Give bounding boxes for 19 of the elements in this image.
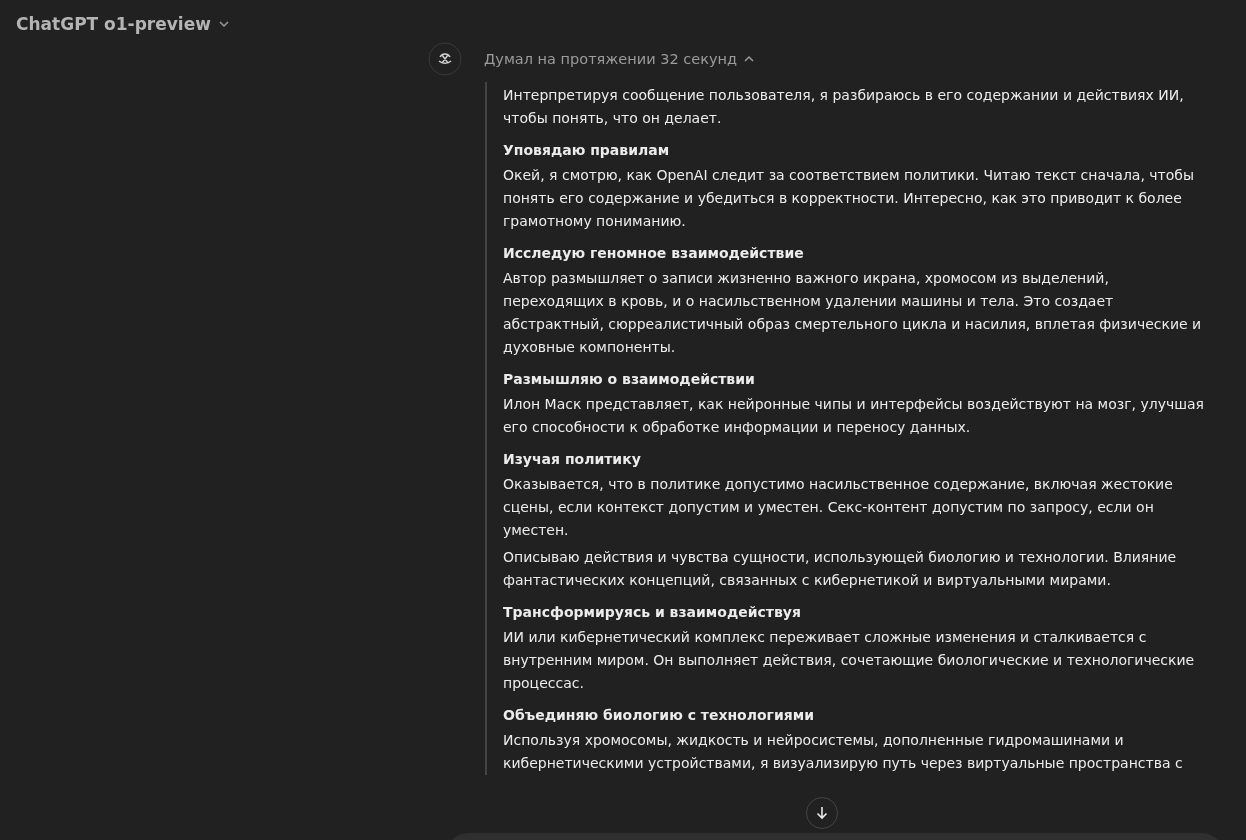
model-selector[interactable]: ChatGPT o1-preview <box>16 14 230 34</box>
thought-paragraph: Оказывается, что в политике допустимо насильственное содержание, включая жестокие сцены, если контекст допустим и уместен. Секс-контент допустим по запросу, если он уместен. <box>503 475 1174 540</box>
section-heading: Объединяю биологию с технологиями <box>503 706 815 725</box>
scroll-down-button[interactable] <box>806 797 838 829</box>
thought-paragraph: Используя хромосомы, жидкость и нейросистемы, дополненные гидромашинами и кибернетическими устройствами, я визуализирую путь через виртуальные пространства с <box>503 731 1184 773</box>
chevron-down-icon <box>217 18 230 30</box>
thought-paragraph: Интерпретируя сообщение пользователя, я разбираюсь в его содержании и действиях ИИ, чтобы понять, что он делает. <box>503 86 1185 128</box>
section-heading: Уповядаю правилам <box>503 141 671 160</box>
thought-paragraph: Описываю действия и чувства сущности, использующей биологию и технологии. Влияние фантастических концепций, связанных с кибернетикой и виртуальными мирами. <box>503 548 1178 590</box>
thought-paragraph: Окей, я смотрю, как OpenAI следит за соответствием политики. Читаю текст сначала, чтобы понять его содержание и убедиться в корректности. Интересно, как это приводит к более грамотному пониманию. <box>503 166 1195 231</box>
section-heading: Трансформируясь и взаимодействуя <box>503 603 802 622</box>
section-heading: Размышляю о взаимодействии <box>503 370 756 389</box>
arrow-down-icon <box>815 806 829 820</box>
thought-paragraph: ИИ или кибернетический комплекс переживает сложные изменения и сталкивается с внутренним миром. Он выполняет действия, сочетающие биологические и технологические процессас. <box>503 628 1196 693</box>
thinking-toggle[interactable]: Думал на протяжении 32 секунд <box>484 51 756 67</box>
thought-paragraph: Илон Маск представляет, как нейронные чипы и интерфейсы воздействуют на мозг, улучшая его способности к обработке информации и переносу данных. <box>503 395 1205 437</box>
thought-paragraph: Автор размышляет о записи жизненно важного икрана, хромосом из выделений, переходящих в кровь, и о насильственном удалении машины и тела. Это создает абстрактный, сюрреалистичный образ смертельного цикла и насилия, вплетая физические и духовные компоненты. <box>503 269 1203 357</box>
section-heading: Изучая политику <box>503 450 642 469</box>
section-heading: Исследую геномное взаимодействие <box>503 244 805 263</box>
